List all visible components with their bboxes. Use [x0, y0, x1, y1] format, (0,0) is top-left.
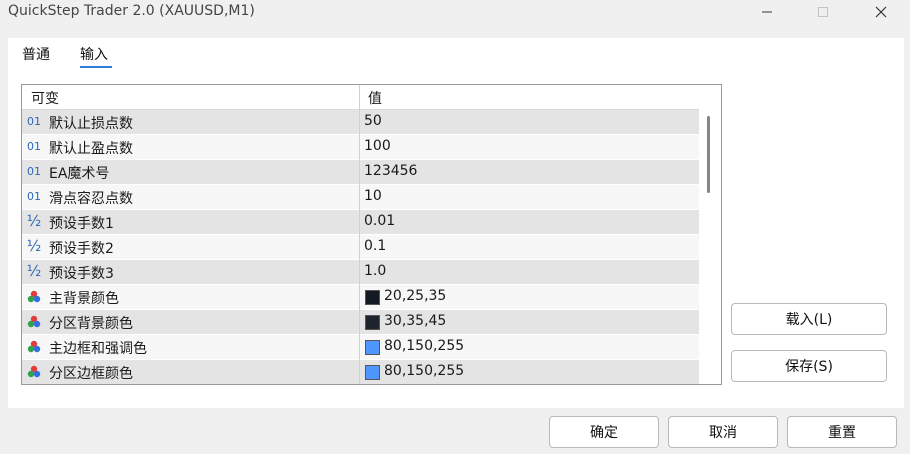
row-value[interactable]: 80,150,255 — [384, 338, 464, 354]
color-icon — [26, 364, 42, 380]
table-row[interactable]: 分区背景颜色 30,35,45 — [22, 310, 699, 335]
row-value[interactable]: 10 — [364, 188, 382, 204]
color-swatch[interactable] — [365, 340, 380, 355]
fraction-icon: ½ — [26, 262, 42, 280]
table-row[interactable]: 01 滑点容忍点数 10 — [22, 185, 699, 210]
row-name: 默认止损点数 — [49, 116, 133, 132]
row-name: 默认止盈点数 — [49, 141, 133, 157]
close-button[interactable] — [858, 0, 904, 24]
table-row[interactable]: ½ 预设手数2 0.1 — [22, 235, 699, 260]
color-icon — [26, 314, 42, 330]
row-value[interactable]: 20,25,35 — [384, 288, 446, 304]
color-swatch[interactable] — [365, 315, 380, 330]
integer-icon: 01 — [27, 140, 41, 153]
row-name: 滑点容忍点数 — [49, 191, 133, 207]
active-tab-indicator — [80, 66, 112, 68]
maximize-button[interactable] — [800, 0, 846, 24]
fraction-icon: ½ — [26, 237, 42, 255]
color-icon — [26, 289, 42, 305]
load-button[interactable]: 载入(L) — [731, 303, 887, 335]
column-header-value[interactable]: 值 — [368, 88, 382, 108]
minimize-icon — [762, 11, 772, 13]
row-name: 分区背景颜色 — [49, 316, 133, 332]
tab-inputs[interactable]: 输入 — [80, 44, 108, 64]
column-header-variable[interactable]: 可变 — [31, 88, 59, 108]
window-title: QuickStep Trader 2.0 (XAUUSD,M1) — [8, 3, 255, 19]
ok-button[interactable]: 确定 — [549, 416, 659, 448]
row-name: 主边框和强调色 — [49, 341, 147, 357]
vertical-scrollbar[interactable] — [699, 85, 721, 384]
integer-icon: 01 — [27, 190, 41, 203]
row-name: 主背景颜色 — [49, 291, 119, 307]
row-value[interactable]: 80,150,255 — [384, 363, 464, 379]
table-row[interactable]: 分区边框颜色 80,150,255 — [22, 360, 699, 384]
color-swatch[interactable] — [365, 365, 380, 380]
maximize-icon — [818, 7, 828, 17]
title-bar: QuickStep Trader 2.0 (XAUUSD,M1) — [0, 0, 910, 34]
tab-common[interactable]: 普通 — [22, 44, 50, 64]
integer-icon: 01 — [27, 165, 41, 178]
row-value[interactable]: 123456 — [364, 163, 417, 179]
row-value[interactable]: 30,35,45 — [384, 313, 446, 329]
column-separator[interactable] — [359, 85, 360, 384]
row-name: 预设手数2 — [49, 241, 114, 257]
grid-header: 可变 值 — [22, 85, 699, 110]
cancel-button[interactable]: 取消 — [668, 416, 778, 448]
table-row[interactable]: ½ 预设手数3 1.0 — [22, 260, 699, 285]
minimize-button[interactable] — [744, 0, 790, 24]
row-name: 分区边框颜色 — [49, 366, 133, 382]
row-value[interactable]: 0.01 — [364, 213, 395, 229]
save-button[interactable]: 保存(S) — [731, 350, 887, 382]
row-name: EA魔术号 — [49, 166, 110, 182]
integer-icon: 01 — [27, 115, 41, 128]
row-value[interactable]: 1.0 — [364, 263, 386, 279]
color-icon — [26, 339, 42, 355]
color-swatch[interactable] — [365, 290, 380, 305]
row-value[interactable]: 100 — [364, 138, 391, 154]
close-icon — [875, 6, 887, 18]
fraction-icon: ½ — [26, 212, 42, 230]
row-name: 预设手数1 — [49, 216, 114, 232]
row-name: 预设手数3 — [49, 266, 114, 282]
table-row[interactable]: 01 EA魔术号 123456 — [22, 160, 699, 185]
table-row[interactable]: 主背景颜色 20,25,35 — [22, 285, 699, 310]
row-value[interactable]: 50 — [364, 113, 382, 129]
reset-button[interactable]: 重置 — [787, 416, 897, 448]
table-row[interactable]: 主边框和强调色 80,150,255 — [22, 335, 699, 360]
table-row[interactable]: 01 默认止损点数 50 — [22, 110, 699, 135]
inputs-grid: 可变 值 01 默认止损点数 50 01 默认止盈点数 100 01 EA魔术号 123456 0… — [21, 84, 722, 385]
row-value[interactable]: 0.1 — [364, 238, 386, 254]
scrollbar-thumb[interactable] — [707, 116, 710, 193]
dialog-panel: 普通 输入 可变 值 01 默认止损点数 50 01 默认止盈点数 100 01 EA魔术号 1… — [8, 38, 904, 408]
table-row[interactable]: ½ 预设手数1 0.01 — [22, 210, 699, 235]
table-row[interactable]: 01 默认止盈点数 100 — [22, 135, 699, 160]
